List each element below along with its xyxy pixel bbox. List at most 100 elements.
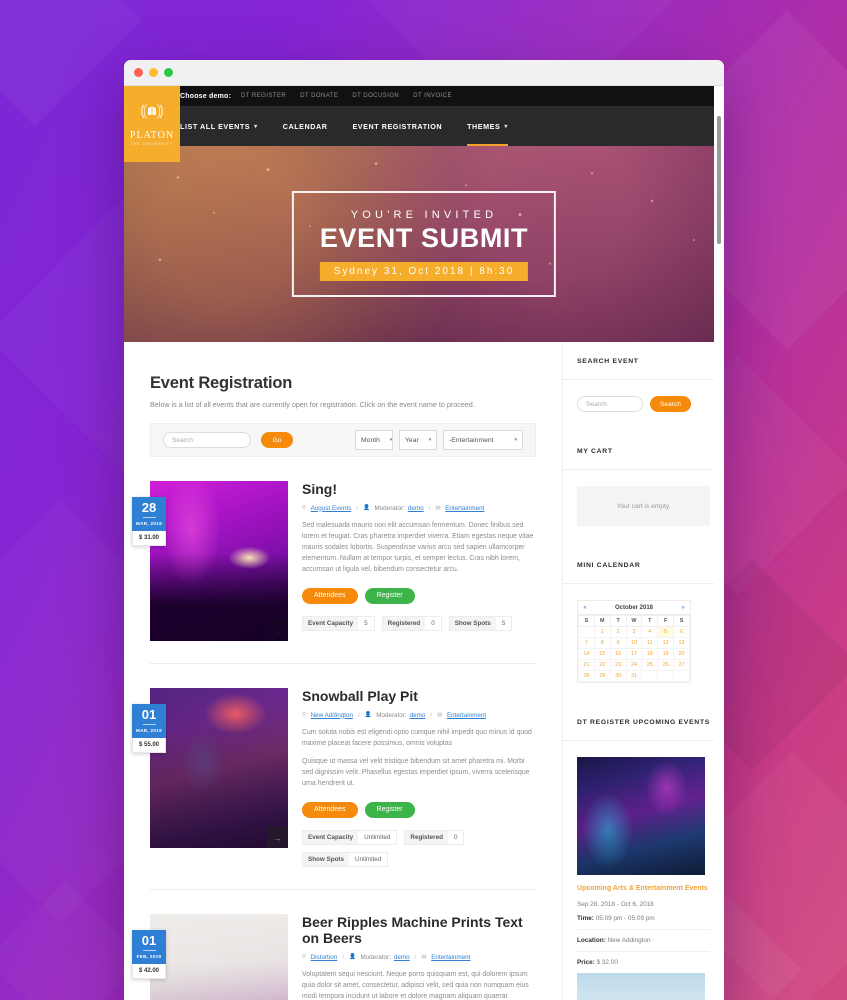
search-go-button[interactable]: Go: [261, 432, 293, 449]
nav-item-event-registration[interactable]: EVENT REGISTRATION: [352, 106, 442, 146]
calendar-day[interactable]: 23: [609, 659, 627, 671]
hero-date: Sydney 31, Oct 2018 | 8h:30: [319, 262, 529, 281]
moderator-link[interactable]: demo: [408, 505, 424, 512]
moderator-link[interactable]: demo: [410, 712, 426, 719]
register-button[interactable]: Register: [364, 587, 415, 604]
calendar-day[interactable]: 18: [641, 648, 659, 660]
scrollbar-thumb[interactable]: [717, 116, 721, 244]
upcoming-event-image[interactable]: [577, 757, 705, 875]
event-title[interactable]: Sing!: [302, 481, 536, 498]
calendar-day[interactable]: 21: [578, 659, 595, 671]
demo-link-dt-invoice[interactable]: DT INVOICE: [413, 93, 452, 99]
cart-empty-message: Your cart is empty.: [577, 486, 710, 526]
register-button[interactable]: Register: [364, 801, 415, 818]
calendar-day[interactable]: 16: [609, 648, 627, 660]
chevron-down-icon: ▾: [389, 437, 393, 444]
event-venue-link[interactable]: Distortion: [311, 954, 338, 961]
mini-calendar[interactable]: « October 2018 » S M T W T F S 1 2 3 4 5…: [577, 600, 691, 683]
calendar-day[interactable]: 26: [657, 659, 675, 671]
calendar-prev-button[interactable]: «: [578, 605, 592, 611]
calendar-day[interactable]: 20: [673, 648, 690, 660]
calendar-day[interactable]: 11: [641, 637, 659, 649]
calendar-day[interactable]: 27: [673, 659, 690, 671]
event-search-input[interactable]: Search: [163, 432, 251, 449]
demo-link-dt-donate[interactable]: DT DONATE: [300, 93, 338, 99]
calendar-day[interactable]: 19: [657, 648, 675, 660]
calendar-day-empty: [657, 670, 675, 682]
calendar-day[interactable]: 25: [641, 659, 659, 671]
upcoming-event-image[interactable]: [577, 972, 705, 1000]
event-venue-link[interactable]: August Events: [311, 505, 352, 512]
event-card[interactable]: → 01 MAR, 2019 $ 55.00 Snowball Play Pit…: [132, 663, 536, 867]
calendar-day[interactable]: 12: [657, 637, 675, 649]
page-scrollbar[interactable]: [714, 86, 724, 1000]
event-title[interactable]: Beer Ripples Machine Prints Text on Beer…: [302, 914, 536, 947]
calendar-day[interactable]: 30: [609, 670, 627, 682]
event-thumbnail[interactable]: →: [150, 688, 288, 849]
event-card[interactable]: → 28 MAR, 2019 $ 31.00 Sing! ⚲ August Ev…: [132, 457, 536, 642]
event-thumbnail[interactable]: →: [150, 481, 288, 642]
calendar-day[interactable]: 22: [593, 659, 611, 671]
calendar-day[interactable]: 4: [641, 626, 659, 638]
calendar-day[interactable]: 7: [578, 637, 595, 649]
demo-link-dt-register[interactable]: DT REGISTER: [241, 93, 286, 99]
stat-key: Registered: [382, 616, 426, 630]
stat-key: Show Spots: [449, 616, 496, 630]
nav-item-calendar[interactable]: CALENDAR: [283, 106, 328, 146]
calendar-day[interactable]: 10: [625, 637, 643, 649]
calendar-day[interactable]: 28: [578, 670, 595, 682]
main-navigation: LIST ALL EVENTS ▾ CALENDAR EVENT REGISTR…: [124, 106, 724, 146]
category-filter-select[interactable]: -Entertainment ▾: [443, 430, 523, 451]
location-pin-icon: ⚲: [302, 505, 307, 512]
upcoming-event-time: Time: 05:09 pm - 05:09 pm: [577, 915, 710, 930]
calendar-day[interactable]: 3: [625, 626, 643, 638]
month-filter-select[interactable]: Month ▾: [355, 430, 393, 451]
moderator-link[interactable]: demo: [394, 954, 410, 961]
event-month-year: MAR, 2019: [136, 521, 162, 527]
sidebar-search-input[interactable]: Search: [577, 396, 643, 412]
arrow-right-icon[interactable]: →: [267, 620, 288, 642]
event-thumbnail[interactable]: [150, 913, 288, 1000]
event-venue-link[interactable]: New Addington: [311, 712, 353, 719]
calendar-weekday-row: S M T W T F S: [578, 615, 690, 627]
upcoming-event-title[interactable]: Upcoming Arts & Entertainment Events: [577, 884, 710, 894]
minimize-icon[interactable]: [149, 68, 158, 77]
calendar-day[interactable]: 15: [593, 648, 611, 660]
maximize-icon[interactable]: [164, 68, 173, 77]
sidebar-search-button[interactable]: Search: [650, 396, 691, 412]
calendar-next-button[interactable]: »: [676, 605, 690, 611]
site-logo[interactable]: PLATON THE UNIVERSITY: [124, 86, 180, 162]
calendar-header: « October 2018 »: [578, 601, 690, 615]
close-icon[interactable]: [134, 68, 143, 77]
event-date-badge: 28 MAR, 2019 $ 31.00: [132, 497, 166, 547]
event-category-link[interactable]: Entertainment: [431, 954, 470, 961]
site-header: PLATON THE UNIVERSITY Choose demo: DT RE…: [124, 86, 724, 162]
event-filter-bar: Search Go Month ▾ Year ▾ -Entertainment: [150, 423, 536, 458]
event-category-link[interactable]: Entertainment: [447, 712, 486, 719]
calendar-day[interactable]: 13: [673, 637, 690, 649]
calendar-day[interactable]: 17: [625, 648, 643, 660]
event-category-link[interactable]: Entertainment: [445, 505, 484, 512]
arrow-right-icon[interactable]: →: [267, 827, 288, 849]
browser-viewport: PLATON THE UNIVERSITY Choose demo: DT RE…: [124, 86, 724, 1000]
calendar-day[interactable]: 31: [625, 670, 643, 682]
calendar-day[interactable]: 1: [593, 626, 611, 638]
attendees-button[interactable]: Attendees: [302, 801, 358, 818]
mini-calendar-widget-body: « October 2018 » S M T W T F S 1 2 3 4 5…: [563, 584, 724, 703]
year-filter-select[interactable]: Year ▾: [399, 430, 437, 451]
event-card[interactable]: 01 FEB, 2019 $ 42.00 Beer Ripples Machin…: [132, 888, 536, 1000]
calendar-day[interactable]: 29: [593, 670, 611, 682]
attendees-button[interactable]: Attendees: [302, 587, 358, 604]
calendar-day[interactable]: 5: [657, 626, 675, 638]
calendar-day[interactable]: 9: [609, 637, 627, 649]
demo-link-dt-docusign[interactable]: DT DOCUSIGN: [352, 93, 399, 99]
calendar-day[interactable]: 24: [625, 659, 643, 671]
calendar-day[interactable]: 8: [593, 637, 611, 649]
calendar-day[interactable]: 14: [578, 648, 595, 660]
nav-item-themes[interactable]: THEMES ▾: [467, 106, 508, 146]
event-title[interactable]: Snowball Play Pit: [302, 688, 536, 705]
nav-item-list-all-events[interactable]: LIST ALL EVENTS ▾: [180, 106, 258, 146]
calendar-day-empty: [578, 626, 595, 638]
calendar-day[interactable]: 6: [673, 626, 690, 638]
calendar-day[interactable]: 2: [609, 626, 627, 638]
